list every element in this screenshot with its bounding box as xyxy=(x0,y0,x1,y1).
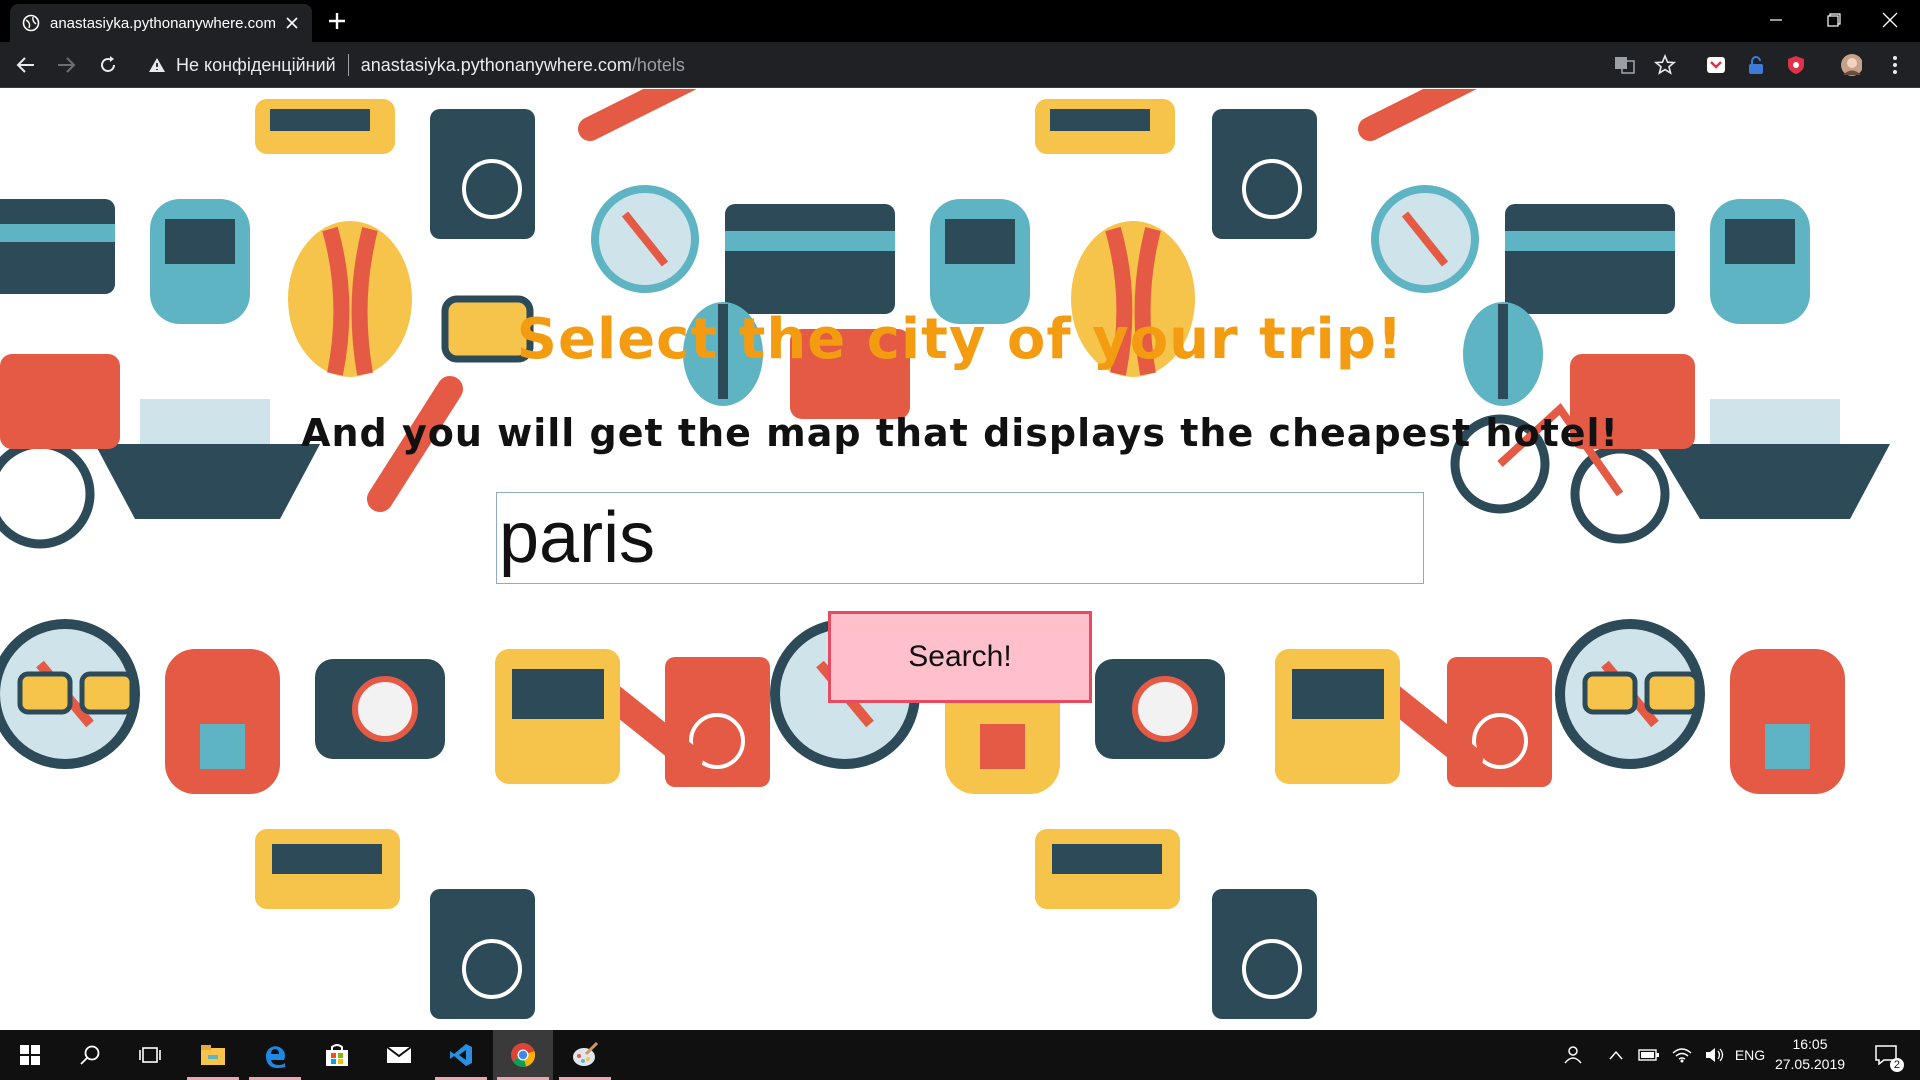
edge-button[interactable] xyxy=(245,1030,305,1080)
airplane-icon xyxy=(578,89,697,141)
profile-avatar[interactable] xyxy=(1840,54,1862,76)
bicycle-icon xyxy=(0,439,95,549)
bookmark-star-icon[interactable] xyxy=(1654,54,1676,76)
address-separator xyxy=(347,54,349,76)
taxi-icon xyxy=(255,829,400,909)
vscode-button[interactable] xyxy=(431,1030,491,1080)
forward-button[interactable] xyxy=(52,51,80,79)
minimize-icon xyxy=(1770,19,1782,21)
shield-extension-icon[interactable] xyxy=(1785,54,1807,76)
volume-icon[interactable] xyxy=(1700,1030,1730,1080)
card-icon xyxy=(0,199,115,294)
search-icon xyxy=(80,1045,100,1065)
store-button[interactable] xyxy=(307,1030,367,1080)
city-search-input[interactable] xyxy=(496,492,1424,584)
wifi-icon[interactable] xyxy=(1667,1030,1697,1080)
warning-icon xyxy=(149,58,165,72)
compass-icon xyxy=(1371,185,1479,293)
passport-icon xyxy=(1212,889,1317,1019)
passport-icon xyxy=(430,889,535,1019)
backpack-icon xyxy=(165,649,280,794)
camera-icon xyxy=(315,659,445,759)
restore-window-button[interactable] xyxy=(1810,0,1858,40)
page-subtitle: And you will get the map that displays t… xyxy=(301,411,1619,455)
start-button[interactable] xyxy=(0,1030,60,1080)
lock-extension-icon[interactable] xyxy=(1745,54,1767,76)
chrome-icon xyxy=(511,1043,536,1067)
url-host: anastasiyka.pythonanywhere.com xyxy=(360,54,632,75)
taskbar-search-button[interactable] xyxy=(60,1030,120,1080)
clock-time: 16:05 xyxy=(1792,1036,1828,1052)
camera-icon xyxy=(1095,659,1225,759)
passport-icon xyxy=(1212,109,1317,239)
clock-date: 27.05.2019 xyxy=(1774,1056,1846,1072)
new-tab-icon[interactable] xyxy=(325,9,349,33)
paint-button[interactable] xyxy=(555,1030,615,1080)
windows-taskbar: ENG 16:05 27.05.2019 2 xyxy=(0,1030,1920,1080)
bus-icon xyxy=(1275,649,1400,784)
train-icon xyxy=(150,199,250,324)
backpack-icon xyxy=(1730,649,1845,794)
compass-icon xyxy=(591,185,699,293)
notification-count-badge: 2 xyxy=(1889,1058,1904,1072)
page-title: Select the city of your trip! xyxy=(516,307,1404,372)
reload-button[interactable] xyxy=(94,51,122,79)
close-tab-icon[interactable] xyxy=(284,15,300,31)
page-viewport: Select the city of your trip! And you wi… xyxy=(0,89,1920,1030)
train-icon xyxy=(1710,199,1810,324)
menu-kebab-icon[interactable] xyxy=(1884,54,1906,76)
card-icon xyxy=(725,204,895,314)
browser-toolbar: Не конфіденційний anastasiyka.pythonanyw… xyxy=(0,42,1920,88)
security-status-label: Не конфіденційний xyxy=(176,54,336,75)
translate-icon[interactable] xyxy=(1614,54,1636,76)
train-icon xyxy=(930,199,1030,324)
arrow-right-icon xyxy=(58,57,76,73)
taxi-icon xyxy=(1035,99,1175,154)
search-button[interactable]: Search! xyxy=(828,611,1092,703)
file-explorer-button[interactable] xyxy=(183,1030,243,1080)
mail-icon xyxy=(386,1046,412,1063)
address-bar[interactable]: Не конфіденційний anastasiyka.pythonanyw… xyxy=(148,48,1588,82)
people-icon[interactable] xyxy=(1558,1030,1590,1080)
vscode-icon xyxy=(450,1044,472,1066)
paint-icon xyxy=(573,1042,598,1066)
bus-icon xyxy=(495,649,620,784)
file-explorer-icon xyxy=(201,1045,225,1065)
task-view-icon xyxy=(139,1047,161,1063)
airplane-icon xyxy=(1358,89,1477,141)
minimize-window-button[interactable] xyxy=(1752,0,1800,40)
language-indicator[interactable]: ENG xyxy=(1732,1030,1768,1080)
taxi-icon xyxy=(255,99,395,154)
pocket-extension-icon[interactable] xyxy=(1705,54,1727,76)
system-clock[interactable]: 16:05 27.05.2019 xyxy=(1768,1034,1852,1074)
passport-icon xyxy=(430,109,535,239)
chevron-up-icon[interactable] xyxy=(1603,1030,1629,1080)
restore-icon xyxy=(1827,13,1841,27)
close-icon xyxy=(1882,12,1898,28)
close-window-button[interactable] xyxy=(1866,0,1914,40)
edge-icon xyxy=(265,1046,285,1068)
windows-start-icon xyxy=(20,1045,40,1065)
task-view-button[interactable] xyxy=(120,1030,180,1080)
taxi-icon xyxy=(1035,829,1180,909)
browser-tab-strip: anastasiyka.pythonanywhere.com/hotels xyxy=(0,0,1920,42)
arrow-left-icon xyxy=(16,57,34,73)
reload-icon xyxy=(101,56,115,72)
back-button[interactable] xyxy=(12,51,40,79)
url-path: /hotels xyxy=(631,54,685,75)
card-icon xyxy=(1505,204,1675,314)
mail-button[interactable] xyxy=(369,1030,429,1080)
globe-icon xyxy=(22,14,40,32)
battery-icon[interactable] xyxy=(1634,1030,1664,1080)
store-icon xyxy=(326,1044,348,1066)
chrome-button[interactable] xyxy=(493,1030,553,1080)
tab-title: anastasiyka.pythonanywhere.com/hotels xyxy=(50,14,276,32)
notification-center-button[interactable]: 2 xyxy=(1866,1030,1906,1080)
browser-tab[interactable]: anastasiyka.pythonanywhere.com/hotels xyxy=(10,4,312,42)
